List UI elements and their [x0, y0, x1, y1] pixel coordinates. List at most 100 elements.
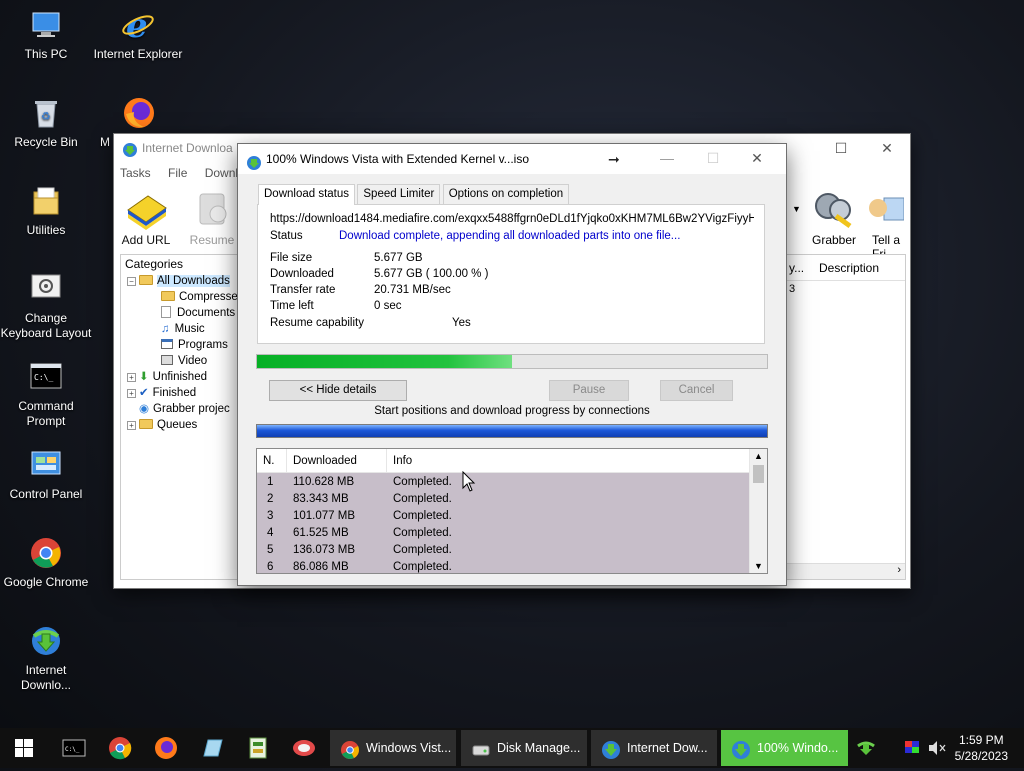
- taskbar-pin-firefox[interactable]: [148, 728, 184, 768]
- expand-icon[interactable]: +: [127, 421, 136, 430]
- taskbar-pin-app[interactable]: [194, 728, 230, 768]
- column-header-downloaded[interactable]: Downloaded: [287, 449, 387, 473]
- chevron-down-icon[interactable]: ▼: [792, 204, 801, 214]
- taskbar-pin-command-prompt[interactable]: C:\_: [56, 728, 92, 768]
- dialog-title: 100% Windows Vista with Extended Kernel …: [266, 152, 530, 166]
- start-button[interactable]: [0, 728, 48, 768]
- tray-idm-icon[interactable]: [852, 728, 880, 768]
- column-header-partial[interactable]: y...: [789, 255, 804, 281]
- time-left-row: Time left 0 sec: [270, 298, 402, 314]
- downloads-list[interactable]: y... Description 3 ›: [784, 254, 906, 580]
- tab-speed-limiter[interactable]: Speed Limiter: [357, 184, 441, 204]
- maximize-button[interactable]: ☐: [690, 144, 736, 172]
- vertical-scrollbar[interactable]: ▲ ▼: [749, 449, 767, 573]
- connections-table-body: 1 110.628 MB Completed. 2 83.343 MB Complete…: [257, 473, 749, 573]
- desktop-icon-command-prompt[interactable]: C:\_ Command Prompt: [0, 360, 92, 429]
- notepad-icon: [203, 739, 223, 757]
- tree-item-label: Programs: [178, 339, 228, 351]
- expand-icon[interactable]: +: [127, 389, 136, 398]
- taskbar-app-disk-management[interactable]: Disk Manage...: [461, 730, 587, 766]
- taskbar-app-label: 100% Windo...: [757, 741, 839, 755]
- tree-item-music[interactable]: ♫ Music: [121, 321, 243, 337]
- desktop-icon-recycle-bin[interactable]: ♻ Recycle Bin: [0, 96, 92, 150]
- download-progress-dialog[interactable]: 100% Windows Vista with Extended Kernel …: [237, 143, 787, 586]
- chevron-up-icon[interactable]: ▲: [754, 451, 763, 461]
- tab-download-status[interactable]: Download status: [258, 184, 356, 205]
- desktop-icon-change-keyboard-layout[interactable]: Change Keyboard Layout: [0, 272, 92, 341]
- tree-item-finished[interactable]: + ✔ Finished: [121, 385, 243, 401]
- desktop-icon-this-pc[interactable]: This PC: [0, 8, 92, 62]
- scrollbar-thumb[interactable]: [753, 465, 764, 483]
- table-row[interactable]: 6 86.086 MB Completed.: [257, 559, 749, 573]
- tree-item-grabber-projects[interactable]: ◉ Grabber projec: [121, 401, 243, 417]
- tree-item-queues[interactable]: + Queues: [121, 417, 243, 433]
- taskbar-pin-tool[interactable]: [286, 728, 322, 768]
- ie-icon: e: [121, 6, 155, 46]
- column-header-number[interactable]: N.: [257, 449, 287, 473]
- desktop-icon-internet-explorer[interactable]: e Internet Explorer: [92, 6, 184, 62]
- expand-icon[interactable]: +: [127, 373, 136, 382]
- tab-options-on-completion[interactable]: Options on completion: [442, 184, 570, 204]
- tree-item-all-downloads[interactable]: − All Downloads: [121, 273, 243, 289]
- taskbar-pin-chrome[interactable]: [102, 728, 138, 768]
- horizontal-scrollbar[interactable]: ›: [785, 563, 905, 579]
- desktop-icon-google-chrome[interactable]: Google Chrome: [0, 536, 92, 590]
- table-row[interactable]: 5 136.073 MB Completed.: [257, 542, 749, 559]
- taskbar-app-windows-vista[interactable]: Windows Vist...: [330, 730, 456, 766]
- tray-display-icon[interactable]: [900, 728, 924, 768]
- tree-item-video[interactable]: Video: [121, 353, 243, 369]
- cell-downloaded: 136.073 MB: [293, 544, 356, 556]
- status-label: Status: [270, 230, 303, 242]
- menu-tasks[interactable]: Tasks: [120, 166, 151, 180]
- column-header-description[interactable]: Description: [819, 261, 879, 275]
- table-row[interactable]: 4 61.525 MB Completed.: [257, 525, 749, 542]
- finished-icon: ✔: [139, 387, 149, 399]
- dialog-titlebar[interactable]: 100% Windows Vista with Extended Kernel …: [238, 144, 786, 174]
- tell-a-friend-button[interactable]: Tell a Fri: [864, 186, 912, 261]
- grabber-label: Grabber: [811, 233, 857, 247]
- add-url-button[interactable]: Add URL: [116, 186, 176, 247]
- minimize-button[interactable]: —: [644, 144, 690, 172]
- column-header-info[interactable]: Info: [387, 449, 737, 473]
- maximize-button[interactable]: ☐: [818, 134, 864, 162]
- taskbar-app-label: Windows Vist...: [366, 741, 452, 755]
- cancel-button[interactable]: Cancel: [660, 380, 733, 401]
- tell-a-friend-icon: [869, 197, 905, 221]
- keyboard-icon: [29, 272, 63, 306]
- chevron-down-icon[interactable]: ▼: [754, 561, 763, 571]
- resume-button[interactable]: Resume: [182, 186, 242, 247]
- tree-item-unfinished[interactable]: + ⬇ Unfinished: [121, 369, 243, 385]
- grabber-button[interactable]: Grabber: [804, 186, 864, 247]
- menu-file[interactable]: File: [168, 166, 187, 180]
- connections-table-header: N. Downloaded Info: [257, 449, 767, 473]
- desktop-icon-internet-download-manager[interactable]: Internet Downlo...: [0, 624, 92, 693]
- chevron-right-icon[interactable]: ›: [897, 564, 901, 576]
- taskbar-pin-archive[interactable]: [240, 728, 276, 768]
- taskbar-app-internet-download-manager[interactable]: Internet Dow...: [591, 730, 717, 766]
- downloaded-value: 5.677 GB ( 100.00 % ): [374, 268, 489, 280]
- unfinished-icon: ⬇: [139, 371, 149, 383]
- tree-item-compressed[interactable]: Compresse: [121, 289, 243, 305]
- computer-icon: [29, 8, 63, 42]
- table-row[interactable]: 3 101.077 MB Completed.: [257, 508, 749, 525]
- hide-details-button[interactable]: << Hide details: [269, 380, 407, 401]
- close-button[interactable]: ✕: [864, 134, 910, 162]
- collapse-icon[interactable]: −: [127, 277, 136, 286]
- desktop-icon-label: Google Chrome: [3, 575, 89, 589]
- tree-item-documents[interactable]: Documents: [121, 305, 243, 321]
- windows-logo-icon: [15, 739, 33, 757]
- taskbar-app-download-dialog[interactable]: 100% Windo...: [721, 730, 848, 766]
- tray-volume-icon[interactable]: [924, 728, 948, 768]
- tree-item-programs[interactable]: Programs: [121, 337, 243, 353]
- cell-downloaded: 101.077 MB: [293, 510, 356, 522]
- desktop-icon-control-panel[interactable]: Control Panel: [0, 448, 92, 502]
- table-row[interactable]: 2 83.343 MB Completed.: [257, 491, 749, 508]
- taskbar-clock[interactable]: 1:59 PM 5/28/2023: [955, 732, 1008, 764]
- pause-button[interactable]: Pause: [549, 380, 629, 401]
- table-row[interactable]: 1 110.628 MB Completed.: [257, 474, 749, 491]
- close-button[interactable]: ✕: [734, 144, 780, 172]
- desktop-icon-utilities[interactable]: Utilities: [0, 184, 92, 238]
- control-panel-icon: [29, 448, 63, 482]
- status-value: Download complete, appending all downloa…: [339, 230, 681, 242]
- connections-table[interactable]: N. Downloaded Info 1 110.628 MB Completed.…: [256, 448, 768, 574]
